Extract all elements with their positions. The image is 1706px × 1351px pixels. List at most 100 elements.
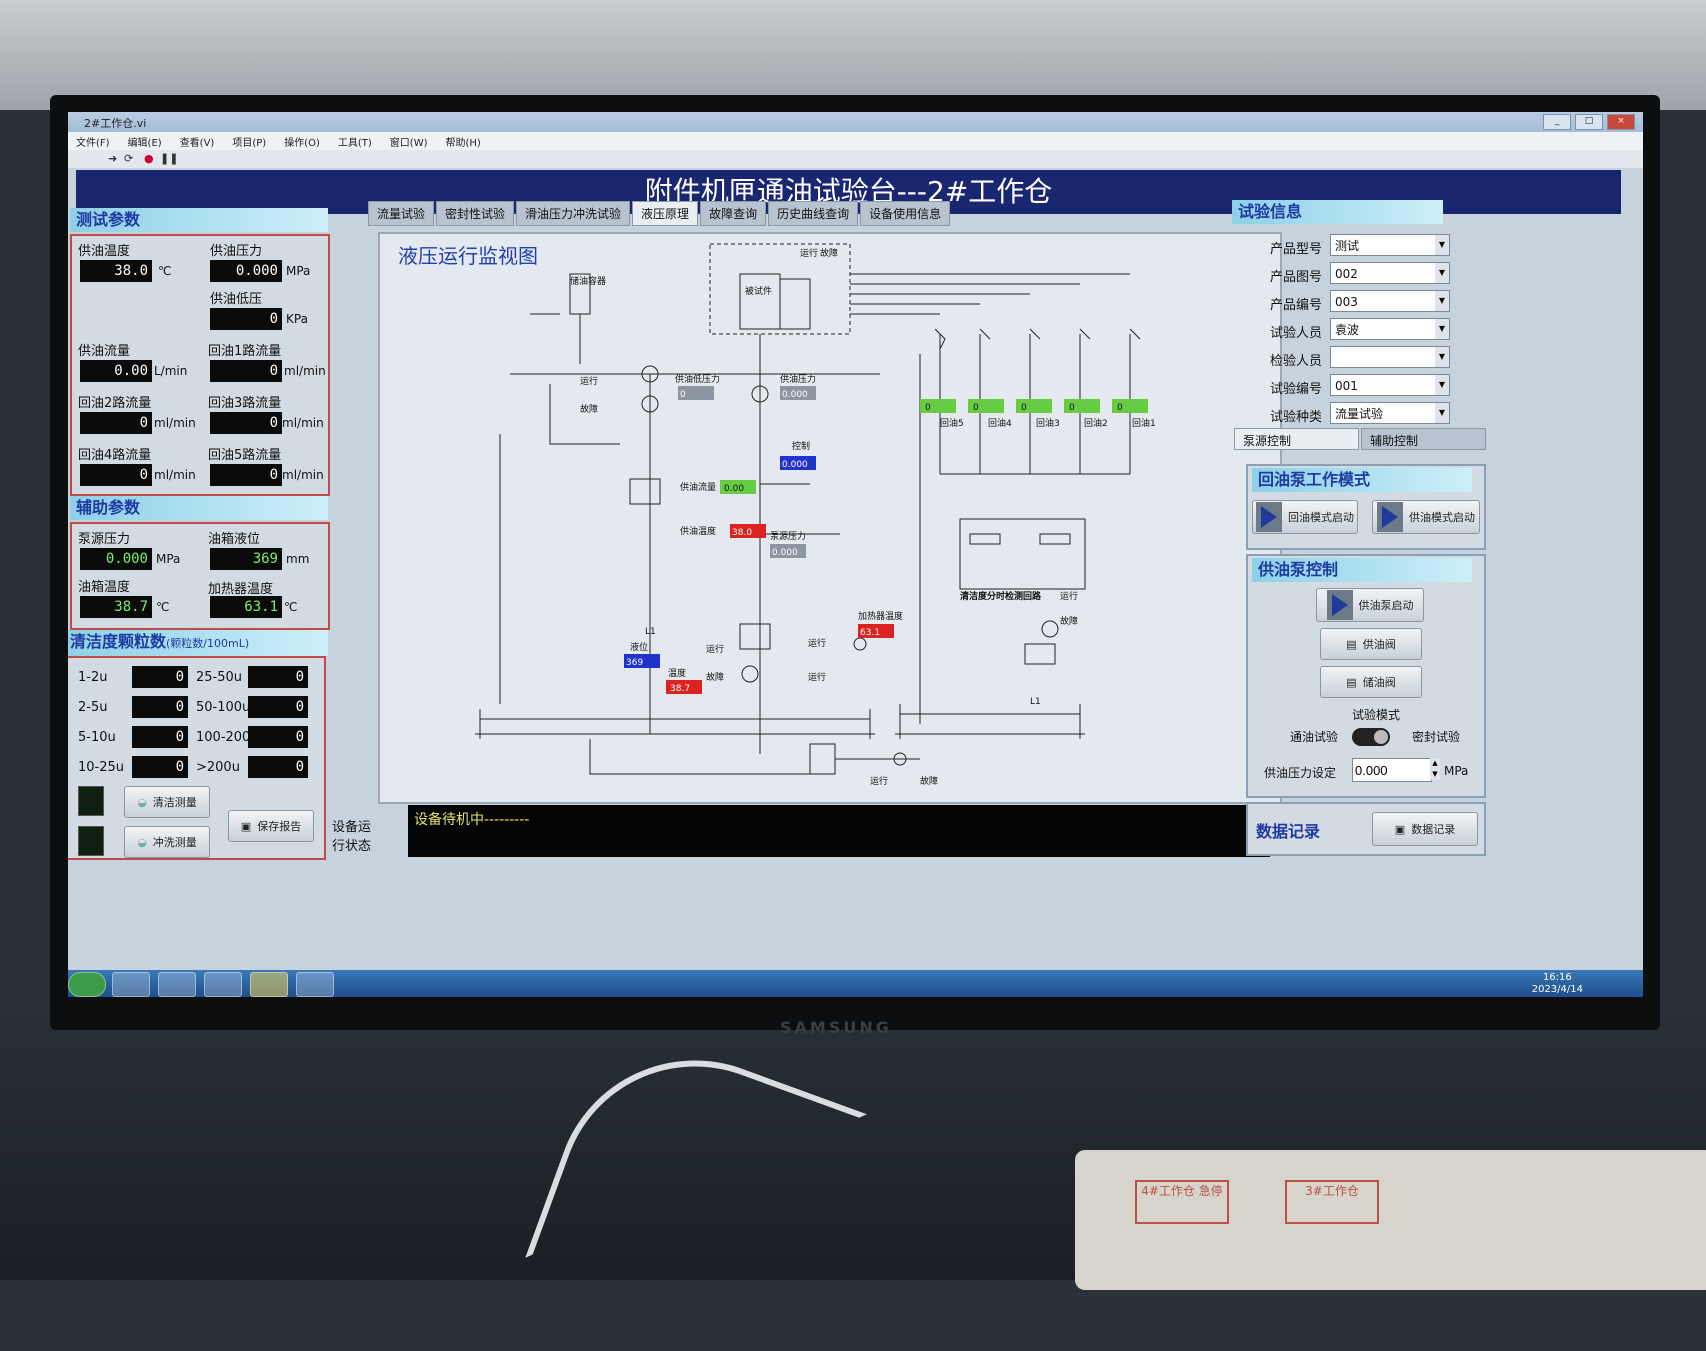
pressure-set-input[interactable]: [1352, 758, 1432, 782]
test-info-panel: 产品型号 测试 ▼ 产品图号 002 ▼ 产品编号 003 ▼ 试验人员 袁波 ▼ 检验…: [1232, 224, 1486, 425]
tank-level-value: 369: [210, 548, 282, 570]
inspector-label: 检验人员: [1270, 354, 1323, 369]
save-report-button[interactable]: ▣ 保存报告: [228, 810, 314, 842]
valve-icon: ▤: [1346, 637, 1357, 651]
droplet-icon: ◒: [137, 795, 147, 809]
supply-temp-value: 38.0: [80, 260, 152, 282]
tab-pump-control[interactable]: 泵源控制: [1234, 428, 1359, 450]
menu-view[interactable]: 查看(V): [180, 134, 215, 149]
menu-operate[interactable]: 操作(O): [284, 134, 320, 149]
test-number-value: 001: [1335, 379, 1358, 393]
menu-tools[interactable]: 工具(T): [338, 134, 372, 149]
test-mode-label: 试验模式: [1352, 708, 1401, 722]
tab-aux-control[interactable]: 辅助控制: [1361, 428, 1486, 450]
menu-help[interactable]: 帮助(H): [446, 134, 481, 149]
minimize-button[interactable]: _: [1543, 114, 1571, 130]
menu-edit[interactable]: 编辑(E): [128, 134, 162, 149]
supply-valve-button[interactable]: ▤ 供油阀: [1320, 628, 1422, 660]
test-mode-toggle[interactable]: [1352, 728, 1390, 746]
return-mode-start-button[interactable]: 回油模式启动: [1252, 500, 1358, 534]
tester-select[interactable]: 袁波 ▼: [1330, 318, 1450, 340]
return2-flow-unit: ml/min: [154, 416, 196, 430]
cleanliness-range-label: 50-100u: [196, 700, 251, 715]
supply-flow-diag-value: 0.00: [724, 484, 744, 494]
cleanliness-title-text: 清洁度颗粒数: [70, 632, 167, 651]
save-report-label: 保存报告: [257, 820, 302, 833]
cleanliness-count: 0: [132, 756, 188, 778]
pause-icon[interactable]: ❚❚: [160, 152, 178, 165]
cleanliness-count: 0: [248, 756, 308, 778]
toolbar: ➜ ⟳ ● ❚❚: [68, 150, 1643, 168]
supply-flow-unit: L/min: [154, 364, 188, 378]
stepper-icon[interactable]: ▲ ▼: [1430, 758, 1440, 780]
media-player-icon[interactable]: [204, 972, 242, 997]
supply-mode-start-button[interactable]: 供油模式启动: [1372, 500, 1480, 534]
pump-pressure-diag-label: 泵源压力: [770, 530, 806, 542]
tab-history-curve[interactable]: 历史曲线查询: [768, 201, 859, 226]
tab-seal-test[interactable]: 密封性试验: [436, 201, 515, 226]
run-continuous-icon[interactable]: ⟳: [124, 152, 133, 165]
chevron-down-icon[interactable]: ▼: [1435, 403, 1449, 423]
taskbar-clock[interactable]: 16:16 2023/4/14: [1532, 972, 1583, 996]
tab-device-info[interactable]: 设备使用信息: [860, 201, 951, 226]
supply-pressure-unit: MPa: [286, 264, 311, 278]
tab-fault-query[interactable]: 故障查询: [700, 201, 767, 226]
data-record-button[interactable]: ▣ 数据记录: [1372, 812, 1478, 846]
tank-temp-label: 油箱温度: [78, 580, 131, 595]
labview-icon[interactable]: [250, 972, 288, 997]
status-label-line2: 行状态: [332, 839, 372, 854]
tab-hydraulic-principle[interactable]: 液压原理: [632, 201, 699, 226]
run-label: 运行: [1060, 590, 1078, 602]
cleanliness-count: 0: [248, 696, 308, 718]
clean-measure-button[interactable]: ◒ 清洁测量: [124, 786, 210, 818]
menu-bar: 文件(F) 编辑(E) 查看(V) 项目(P) 操作(O) 工具(T) 窗口(W…: [68, 132, 1643, 150]
status-label-line1: 设备运: [332, 820, 372, 835]
return1-diag-value: 0: [1117, 403, 1123, 413]
abort-icon[interactable]: ●: [144, 152, 154, 165]
cleanliness-count: 0: [132, 696, 188, 718]
room-background-top: [0, 0, 1706, 110]
close-button[interactable]: ×: [1607, 114, 1635, 130]
browser-icon[interactable]: [112, 972, 150, 997]
chevron-down-icon[interactable]: ▼: [1435, 375, 1449, 395]
maximize-button[interactable]: □: [1575, 114, 1603, 130]
menu-project[interactable]: 项目(P): [232, 134, 266, 149]
return3-flow-unit: ml/min: [282, 416, 324, 430]
return5-flow-unit: ml/min: [282, 468, 324, 482]
start-button-icon[interactable]: [68, 972, 106, 997]
menu-file[interactable]: 文件(F): [76, 134, 110, 149]
chevron-down-icon[interactable]: ▼: [1435, 347, 1449, 367]
folder-icon[interactable]: [158, 972, 196, 997]
supply-pump-title: 供油泵控制: [1252, 558, 1472, 582]
product-model-select[interactable]: 测试 ▼: [1330, 234, 1450, 256]
app-window-icon[interactable]: [296, 972, 334, 997]
test-type-select[interactable]: 流量试验 ▼: [1330, 402, 1450, 424]
heater-temp-value: 63.1: [210, 596, 282, 618]
store-valve-button[interactable]: ▤ 储油阀: [1320, 666, 1422, 698]
tab-lube-flush-test[interactable]: 滑油压力冲洗试验: [516, 201, 631, 226]
test-number-select[interactable]: 001 ▼: [1330, 374, 1450, 396]
fuel-container-label: 储油容器: [570, 275, 606, 287]
chevron-down-icon[interactable]: ▼: [1435, 291, 1449, 311]
product-number-select[interactable]: 003 ▼: [1330, 290, 1450, 312]
menu-window[interactable]: 窗口(W): [390, 134, 428, 149]
pressure-set-label: 供油压力设定: [1264, 766, 1337, 780]
supply-mode-start-label: 供油模式启动: [1409, 511, 1475, 524]
supply-pressure-label: 供油压力: [210, 244, 263, 259]
return-pump-title: 回油泵工作模式: [1252, 468, 1472, 492]
product-number-value: 003: [1335, 295, 1358, 309]
flush-measure-button[interactable]: ◒ 冲洗测量: [124, 826, 210, 858]
supply-pump-start-button[interactable]: 供油泵启动: [1316, 588, 1424, 622]
chevron-down-icon[interactable]: ▼: [1435, 235, 1449, 255]
run-arrow-icon[interactable]: ➜: [108, 152, 117, 165]
l1-diag-label: L1: [645, 627, 656, 637]
inspector-select[interactable]: ▼: [1330, 346, 1450, 368]
run-label: 运行: [706, 643, 724, 655]
chevron-down-icon[interactable]: ▼: [1435, 319, 1449, 339]
test-type-value: 流量试验: [1335, 407, 1384, 421]
tab-flow-test[interactable]: 流量试验: [368, 201, 435, 226]
return2-diag-label: 回油2: [1084, 417, 1108, 429]
drawing-number-select[interactable]: 002 ▼: [1330, 262, 1450, 284]
chevron-down-icon[interactable]: ▼: [1435, 263, 1449, 283]
supply-low-pressure-diag-label: 供油低压力: [675, 373, 720, 385]
